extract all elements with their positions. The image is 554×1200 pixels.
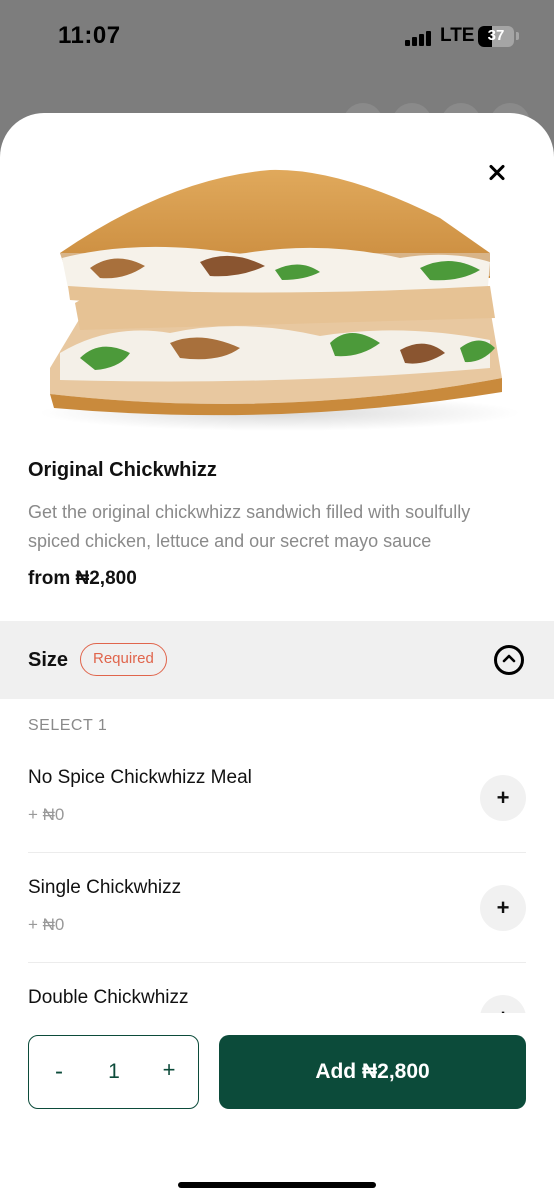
list-item[interactable]: Double Chickwhizz + xyxy=(28,963,526,1013)
select-hint: SELECT 1 xyxy=(28,717,108,734)
quantity-value: 1 xyxy=(108,1060,120,1083)
product-title: Original Chickwhizz xyxy=(28,459,217,481)
list-item[interactable]: Single Chickwhizz + ₦0 + xyxy=(28,853,526,963)
size-label: Size xyxy=(28,649,69,671)
option-name: Single Chickwhizz xyxy=(28,877,182,898)
sandwich-image xyxy=(40,169,520,431)
quantity-stepper: - 1 + xyxy=(28,1035,199,1109)
option-name: Double Chickwhizz xyxy=(28,987,189,1008)
product-price: from ₦2,800 xyxy=(28,568,137,589)
size-section-header[interactable]: Size Required xyxy=(0,621,554,699)
signal-icon xyxy=(405,30,433,46)
add-to-cart-button[interactable]: Add ₦2,800 xyxy=(219,1035,526,1109)
status-time: 11:07 xyxy=(58,22,121,49)
option-name: No Spice Chickwhizz Meal xyxy=(28,767,252,788)
option-price: + ₦0 xyxy=(28,915,65,934)
decrease-quantity-button[interactable]: - xyxy=(49,1058,69,1086)
cart-bar: - 1 + Add ₦2,800 xyxy=(0,1017,554,1200)
add-option-button[interactable]: + xyxy=(480,885,526,931)
battery-icon: 37 xyxy=(478,26,514,47)
battery-nub xyxy=(516,32,519,40)
home-indicator[interactable] xyxy=(178,1182,376,1188)
chevron-up-icon[interactable] xyxy=(494,645,524,675)
battery-level: 37 xyxy=(487,27,505,44)
add-option-button[interactable]: + xyxy=(480,775,526,821)
product-description: Get the original chickwhizz sandwich fil… xyxy=(28,502,471,551)
option-price: + ₦0 xyxy=(28,805,65,824)
status-bar: 11:07 LTE 37 xyxy=(0,0,554,80)
product-sheet: Original Chickwhizz Get the original chi… xyxy=(0,113,554,1200)
list-item[interactable]: No Spice Chickwhizz Meal + ₦0 + xyxy=(28,743,526,853)
size-options-list: No Spice Chickwhizz Meal + ₦0 + Single C… xyxy=(0,743,554,1013)
network-type: LTE xyxy=(440,25,475,46)
increase-quantity-button[interactable]: + xyxy=(159,1057,179,1083)
add-option-button[interactable]: + xyxy=(480,995,526,1013)
required-badge: Required xyxy=(80,643,167,676)
